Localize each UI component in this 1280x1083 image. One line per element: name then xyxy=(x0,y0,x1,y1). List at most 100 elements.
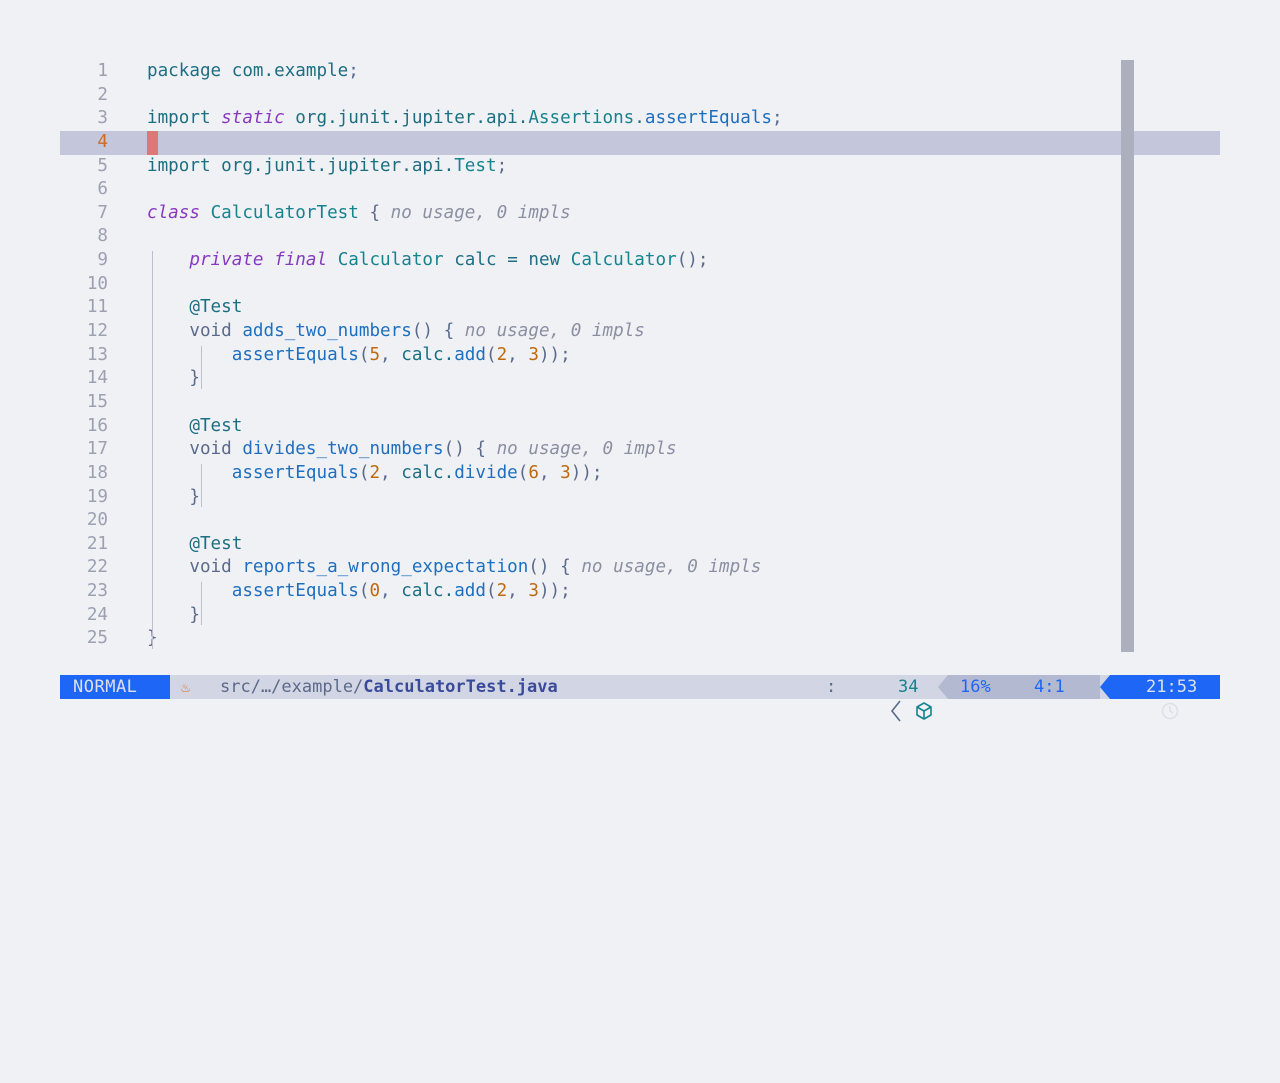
code-line[interactable]: 14 } xyxy=(60,367,1220,391)
code-token: = xyxy=(507,250,518,271)
clock-separator xyxy=(1100,675,1110,699)
code-token: 3 xyxy=(528,344,539,365)
line-number: 23 xyxy=(86,581,108,602)
line-number: 2 xyxy=(97,84,108,105)
code-token: package xyxy=(147,61,222,81)
line-number: 20 xyxy=(86,510,108,531)
code-token: , xyxy=(380,581,402,602)
code-line[interactable]: 10 xyxy=(60,273,1220,297)
code-line[interactable]: 4 xyxy=(60,130,1220,155)
code-line[interactable]: 20 xyxy=(60,509,1220,533)
code-line[interactable]: 9 private final Calculator calc = new Ca… xyxy=(60,249,1220,273)
code-line[interactable]: 25} xyxy=(60,627,1220,651)
code-line[interactable]: 23 assertEquals(0, calc.add(2, 3)); xyxy=(60,580,1220,604)
code-token: 6 xyxy=(528,462,539,483)
code-token: Test xyxy=(454,155,497,176)
mode-indicator: NORMAL xyxy=(60,675,170,699)
code-token: 2 xyxy=(496,344,508,365)
code-token: calc. xyxy=(401,462,455,483)
code-text: } xyxy=(147,367,200,391)
code-text: @Test xyxy=(147,415,242,439)
code-text: assertEquals(0, calc.add(2, 3)); xyxy=(147,580,571,604)
indent-guide xyxy=(201,345,202,389)
code-token: calc xyxy=(443,250,508,271)
code-token: ( xyxy=(517,462,529,483)
code-token: ( xyxy=(358,344,370,365)
line-number: 13 xyxy=(86,344,108,365)
code-token: assertEquals xyxy=(231,344,359,365)
code-token: 2 xyxy=(496,581,508,602)
code-token: static xyxy=(221,108,285,129)
line-number: 25 xyxy=(86,628,108,649)
code-text: assertEquals(2, calc.divide(6, 3)); xyxy=(147,462,603,486)
line-number: 8 xyxy=(97,226,108,247)
line-number: 5 xyxy=(97,155,108,176)
code-token: } xyxy=(189,368,200,389)
code-token: void xyxy=(189,557,232,578)
code-token: 0 xyxy=(369,581,381,602)
file-path[interactable]: src/…/example/CalculatorTest.java xyxy=(220,675,558,699)
code-line[interactable]: 16 @Test xyxy=(60,415,1220,439)
code-text: assertEquals(5, calc.add(2, 3)); xyxy=(147,344,571,368)
line-number: 6 xyxy=(97,179,108,200)
code-line[interactable]: 11 @Test xyxy=(60,296,1220,320)
code-line[interactable]: 3 import static org.junit.jupiter.api.Ass… xyxy=(60,107,1220,131)
line-number: 19 xyxy=(86,486,108,507)
statusline: NORMAL ♨ src/…/example/CalculatorTest.ja… xyxy=(60,675,1220,722)
code-token: , xyxy=(380,344,402,365)
code-token: )); xyxy=(570,462,603,483)
indent-guide xyxy=(201,582,202,626)
line-number: 1 xyxy=(97,61,108,81)
code-line[interactable]: 17 void divides_two_numbers() { no usage… xyxy=(60,438,1220,462)
code-token: @Test xyxy=(189,533,243,554)
code-line[interactable]: 5 import org.junit.jupiter.api.Test; xyxy=(60,155,1220,179)
code-token: ( xyxy=(358,581,370,602)
code-token: () { xyxy=(528,557,571,578)
code-line[interactable]: 12 void adds_two_numbers() { no usage, 0… xyxy=(60,320,1220,344)
code-line[interactable]: 6 xyxy=(60,178,1220,202)
file-path-prefix: src/…/example/ xyxy=(220,677,364,697)
code-token: add xyxy=(454,581,486,602)
line-number: 21 xyxy=(86,533,108,554)
line-number: 7 xyxy=(97,202,108,223)
code-text: void reports_a_wrong_expectation() { no … xyxy=(147,556,761,580)
code-token: 3 xyxy=(528,581,539,602)
code-line[interactable]: 19 } xyxy=(60,486,1220,510)
code-line[interactable]: 2 xyxy=(60,84,1220,108)
code-token: class xyxy=(147,202,200,223)
code-line[interactable]: 13 assertEquals(5, calc.add(2, 3)); xyxy=(60,344,1220,368)
code-line[interactable]: 21 @Test xyxy=(60,533,1220,557)
code-line[interactable]: 1 package com.example; xyxy=(60,60,1220,84)
code-line[interactable]: 8 xyxy=(60,225,1220,249)
code-token: ; xyxy=(348,61,359,81)
code-text: @Test xyxy=(147,533,242,557)
code-line[interactable]: 15 xyxy=(60,391,1220,415)
code-token: @Test xyxy=(189,415,243,436)
code-token: final xyxy=(274,250,328,271)
code-line[interactable]: 7 class CalculatorTest { no usage, 0 impl… xyxy=(60,202,1220,226)
code-editor[interactable]: 1 package com.example; 2 3 import static org… xyxy=(60,60,1220,652)
code-line[interactable]: 22 void reports_a_wrong_expectation() { … xyxy=(60,556,1220,580)
editor-scrollbar[interactable] xyxy=(1121,60,1134,652)
code-token: import xyxy=(147,108,211,129)
code-token: 3 xyxy=(560,462,571,483)
code-line[interactable]: 24 } xyxy=(60,604,1220,628)
code-token: org.junit.jupiter.api. xyxy=(284,108,529,129)
code-line[interactable]: 18 assertEquals(2, calc.divide(6, 3)); xyxy=(60,462,1220,486)
code-token: Assertions xyxy=(528,108,635,129)
